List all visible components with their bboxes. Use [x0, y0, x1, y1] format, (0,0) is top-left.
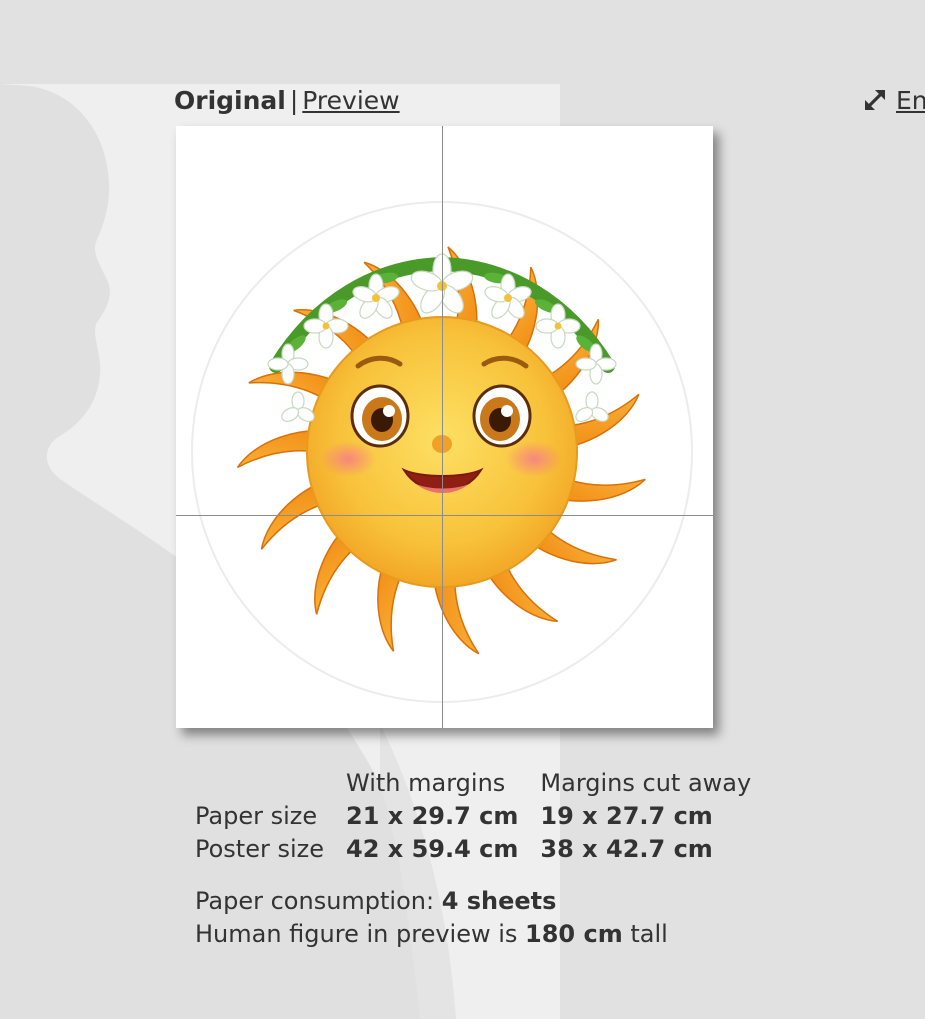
page: Original | Preview En With margins Margi…: [0, 0, 925, 1019]
enlarge-label[interactable]: En: [896, 86, 925, 115]
tab-original[interactable]: Original: [174, 86, 286, 115]
paper-consumption-label: Paper consumption:: [195, 887, 442, 915]
row-label-paper-size: Paper size: [195, 802, 318, 830]
human-figure-label: Human figure in preview is: [195, 920, 526, 948]
poster-size-cut-away: 38 x 42.7 cm: [540, 835, 713, 863]
view-tabs: Original | Preview: [174, 84, 400, 118]
paper-consumption: Paper consumption: 4 sheets: [195, 885, 668, 918]
paper-consumption-value: 4 sheets: [441, 887, 557, 915]
enlarge-link[interactable]: En: [862, 84, 925, 118]
table-row: Paper size 21 x 29.7 cm 19 x 27.7 cm: [195, 800, 773, 833]
tab-separator: |: [289, 86, 299, 115]
summary: Paper consumption: 4 sheets Human figure…: [195, 885, 668, 951]
table-header-row: With margins Margins cut away: [195, 767, 773, 800]
col-with-margins: With margins: [346, 769, 506, 797]
size-table: With margins Margins cut away Paper size…: [195, 767, 773, 866]
human-figure-value: 180 cm: [525, 920, 623, 948]
human-figure-note: Human figure in preview is 180 cm tall: [195, 918, 668, 951]
expand-arrows-icon: [865, 90, 885, 110]
row-label-poster-size: Poster size: [195, 835, 325, 863]
poster-preview: [176, 126, 713, 728]
tab-preview[interactable]: Preview: [302, 86, 399, 115]
table-header-empty: [195, 767, 346, 800]
sheet-divider-vertical: [442, 126, 443, 728]
sheet-divider-horizontal: [176, 515, 713, 516]
paper-size-with-margins: 21 x 29.7 cm: [346, 802, 519, 830]
human-figure-suffix: tall: [622, 920, 668, 948]
sun-image: [191, 201, 693, 703]
poster-size-with-margins: 42 x 59.4 cm: [346, 835, 519, 863]
table-row: Poster size 42 x 59.4 cm 38 x 42.7 cm: [195, 833, 773, 866]
paper-size-cut-away: 19 x 27.7 cm: [540, 802, 713, 830]
col-margins-cut: Margins cut away: [540, 769, 752, 797]
